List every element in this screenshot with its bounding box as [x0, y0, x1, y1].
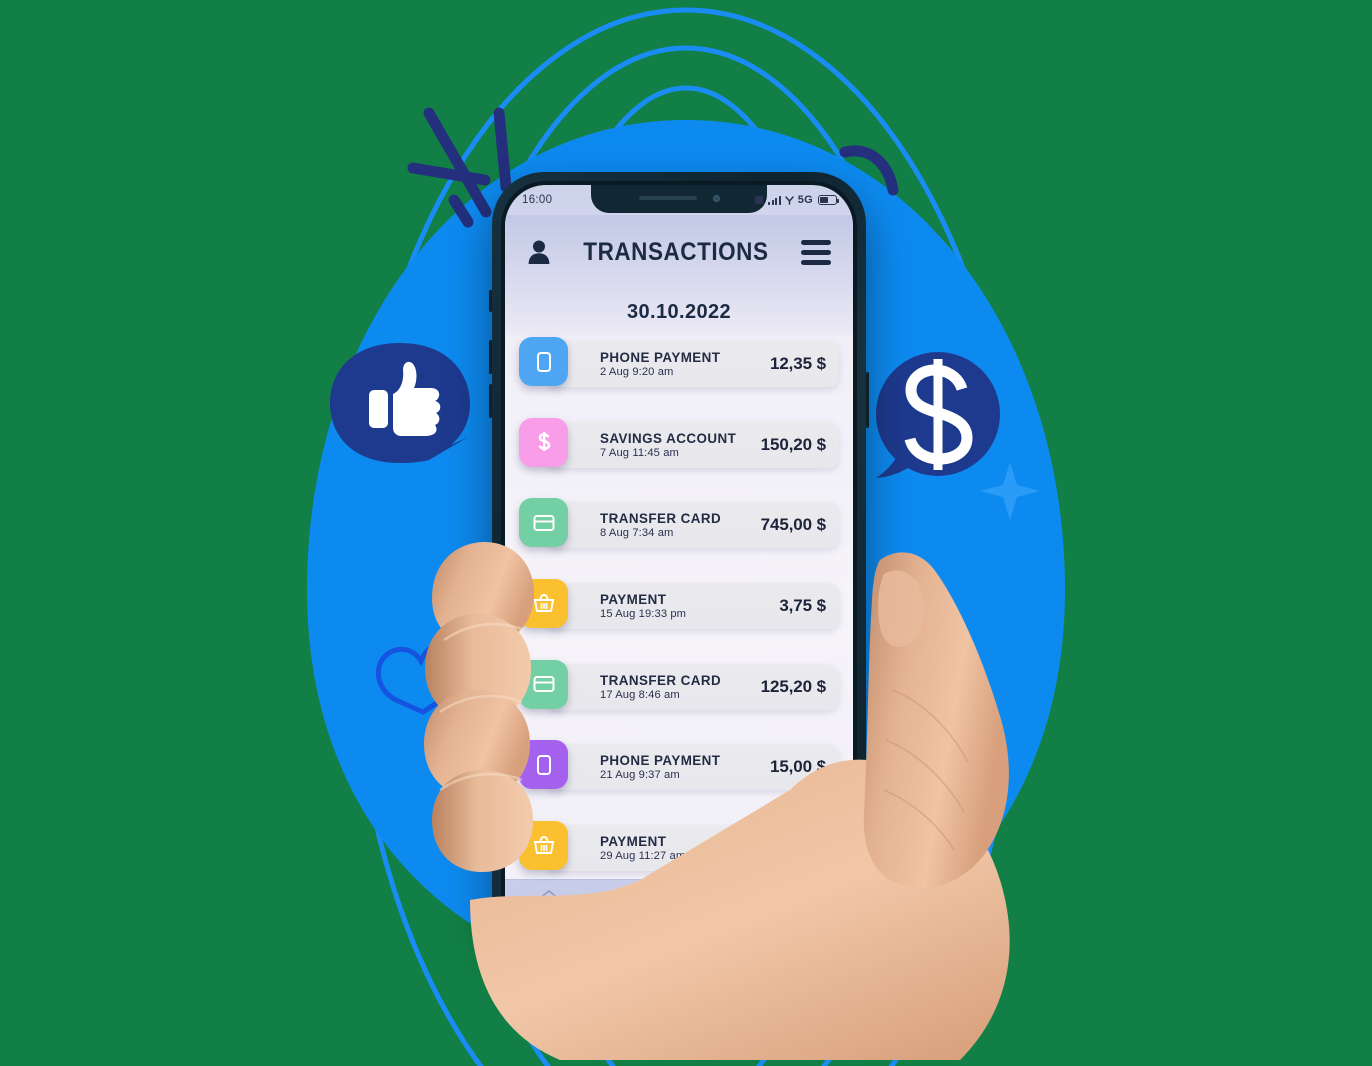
transaction-amount: 150,20 $	[760, 434, 826, 454]
transaction-texts: PAYMENT 15 Aug 19:33 pm	[600, 592, 779, 620]
cards-icon	[625, 888, 647, 915]
transaction-amount: 12,35 $	[769, 354, 826, 373]
transaction-row[interactable]: TRANSFER CARD 8 Aug 7:34 am 745,00 $	[519, 498, 839, 552]
more-dots-icon	[799, 888, 821, 915]
transaction-name: PAYMENT	[600, 591, 667, 607]
wifi-y-icon	[784, 195, 794, 205]
thumbs-up-bubble	[330, 343, 470, 463]
transaction-row[interactable]: SAVINGS ACCOUNT 7 Aug 11:45 am 150,20 $	[519, 417, 839, 472]
transaction-texts: TRANSFER CARD 17 Aug 8:46 am	[600, 673, 761, 701]
signal-bars-icon	[768, 195, 781, 205]
transaction-row[interactable]: PAYMENT 29 Aug 11:27 am 170,60 $	[519, 820, 839, 875]
transaction-amount: 125,20 $	[760, 676, 826, 696]
transaction-row[interactable]: PHONE PAYMENT 2 Aug 9:20 am 12,35 $	[519, 337, 839, 391]
app-header: TRANSACTIONS	[505, 215, 853, 289]
transaction-card[interactable]: PAYMENT 15 Aug 19:33 pm 3,75 $	[546, 582, 839, 629]
page-title: TRANSACTIONS	[583, 237, 769, 266]
transaction-date: 7 Aug 11:45 am	[600, 446, 679, 459]
home-icon	[538, 888, 560, 915]
transaction-amount: 170,60 $	[760, 837, 826, 857]
transaction-texts: SAVINGS ACCOUNT 7 Aug 11:45 am	[600, 431, 761, 459]
tab-home[interactable]: HOME	[514, 888, 584, 929]
status-bar: 16:00 5G	[505, 185, 853, 215]
transactions-date: 30.10.2022	[626, 300, 732, 323]
date-header: 30.10.2022	[505, 289, 853, 335]
transaction-date: 15 Aug 19:33 pm	[600, 607, 687, 620]
phone-screen: 16:00 5G TRANSACTIONS 30.10.2022 PHONE P…	[505, 185, 853, 941]
silent-switch[interactable]	[489, 290, 492, 312]
transaction-date: 21 Aug 9:37 am	[600, 769, 680, 782]
volume-up-button[interactable]	[489, 340, 492, 374]
transaction-date: 8 Aug 7:34 am	[600, 527, 674, 540]
illustration-canvas: 16:00 5G TRANSACTIONS 30.10.2022 PHONE P…	[0, 0, 1372, 1066]
transaction-icon-smartphone	[519, 740, 568, 790]
battery-icon	[818, 195, 840, 205]
transaction-card[interactable]: PHONE PAYMENT 21 Aug 9:37 am 15,00 $	[546, 744, 839, 791]
transaction-card[interactable]: PAYMENT 29 Aug 11:27 am 170,60 $	[546, 824, 839, 871]
hamburger-menu-icon[interactable]	[801, 239, 831, 265]
power-button[interactable]	[866, 372, 869, 428]
transaction-name: PAYMENT	[600, 833, 667, 849]
transaction-card[interactable]: SAVINGS ACCOUNT 7 Aug 11:45 am 150,20 $	[546, 421, 839, 468]
transaction-amount: 745,00 $	[760, 515, 826, 535]
transaction-texts: PHONE PAYMENT 2 Aug 9:20 am	[600, 350, 770, 378]
transaction-icon-basket	[519, 820, 568, 870]
transaction-name: TRANSFER CARD	[600, 511, 722, 527]
transaction-icon-dollar	[519, 417, 568, 467]
transaction-name: TRANSFER CARD	[600, 672, 722, 688]
transaction-row[interactable]: PAYMENT 15 Aug 19:33 pm 3,75 $	[519, 578, 839, 633]
transaction-amount: 15,00 $	[769, 757, 826, 777]
status-time: 16:00	[522, 194, 553, 206]
tab-cards[interactable]: CARDS	[601, 888, 671, 929]
transactions-list[interactable]: PHONE PAYMENT 2 Aug 9:20 am 12,35 $ SAVINGS…	[505, 335, 853, 879]
transaction-date: 17 Aug 8:46 am	[600, 688, 680, 701]
transaction-row[interactable]: PHONE PAYMENT 21 Aug 9:37 am 15,00 $	[519, 740, 839, 794]
tab-label: PAYMENTS	[692, 918, 753, 929]
transaction-card[interactable]: TRANSFER CARD 17 Aug 8:46 am 125,20 $	[546, 663, 839, 710]
contactless-payment-icon	[711, 888, 735, 915]
transaction-icon-card	[519, 659, 568, 709]
transaction-date: 29 Aug 11:27 am	[600, 849, 686, 862]
transaction-icon-card	[519, 498, 568, 548]
transaction-name: SAVINGS ACCOUNT	[600, 430, 737, 446]
transaction-date: 2 Aug 9:20 am	[600, 366, 674, 378]
profile-icon[interactable]	[527, 239, 551, 265]
tab-label: HOME	[532, 918, 565, 929]
transaction-card[interactable]: TRANSFER CARD 8 Aug 7:34 am 745,00 $	[546, 502, 839, 549]
transaction-texts: PAYMENT 29 Aug 11:27 am	[600, 834, 761, 862]
transaction-icon-basket	[519, 578, 568, 628]
transaction-row[interactable]: TRANSFER CARD 17 Aug 8:46 am 125,20 $	[519, 659, 839, 714]
tab-more[interactable]: MORE	[775, 888, 845, 929]
transaction-texts: PHONE PAYMENT 21 Aug 9:37 am	[600, 753, 770, 781]
sim-icon	[755, 196, 764, 204]
transaction-amount: 3,75 $	[779, 595, 826, 615]
transaction-icon-smartphone	[519, 337, 568, 386]
tab-label: CARDS	[615, 918, 656, 929]
smartphone-device: 16:00 5G TRANSACTIONS 30.10.2022 PHONE P…	[489, 172, 869, 954]
transaction-texts: TRANSFER CARD 8 Aug 7:34 am	[600, 511, 761, 539]
tab-payments[interactable]: PAYMENTS	[688, 888, 758, 929]
transaction-name: PHONE PAYMENT	[600, 350, 721, 365]
bottom-navigation[interactable]: HOME CARDS PAYMENTS MORE	[505, 879, 853, 941]
phone-bezel: 16:00 5G TRANSACTIONS 30.10.2022 PHONE P…	[501, 181, 857, 945]
network-type-label: 5G	[797, 194, 813, 206]
transaction-name: PHONE PAYMENT	[600, 753, 721, 769]
volume-down-button[interactable]	[489, 384, 492, 418]
tab-label: MORE	[793, 918, 826, 929]
transaction-card[interactable]: PHONE PAYMENT 2 Aug 9:20 am 12,35 $	[546, 341, 839, 387]
